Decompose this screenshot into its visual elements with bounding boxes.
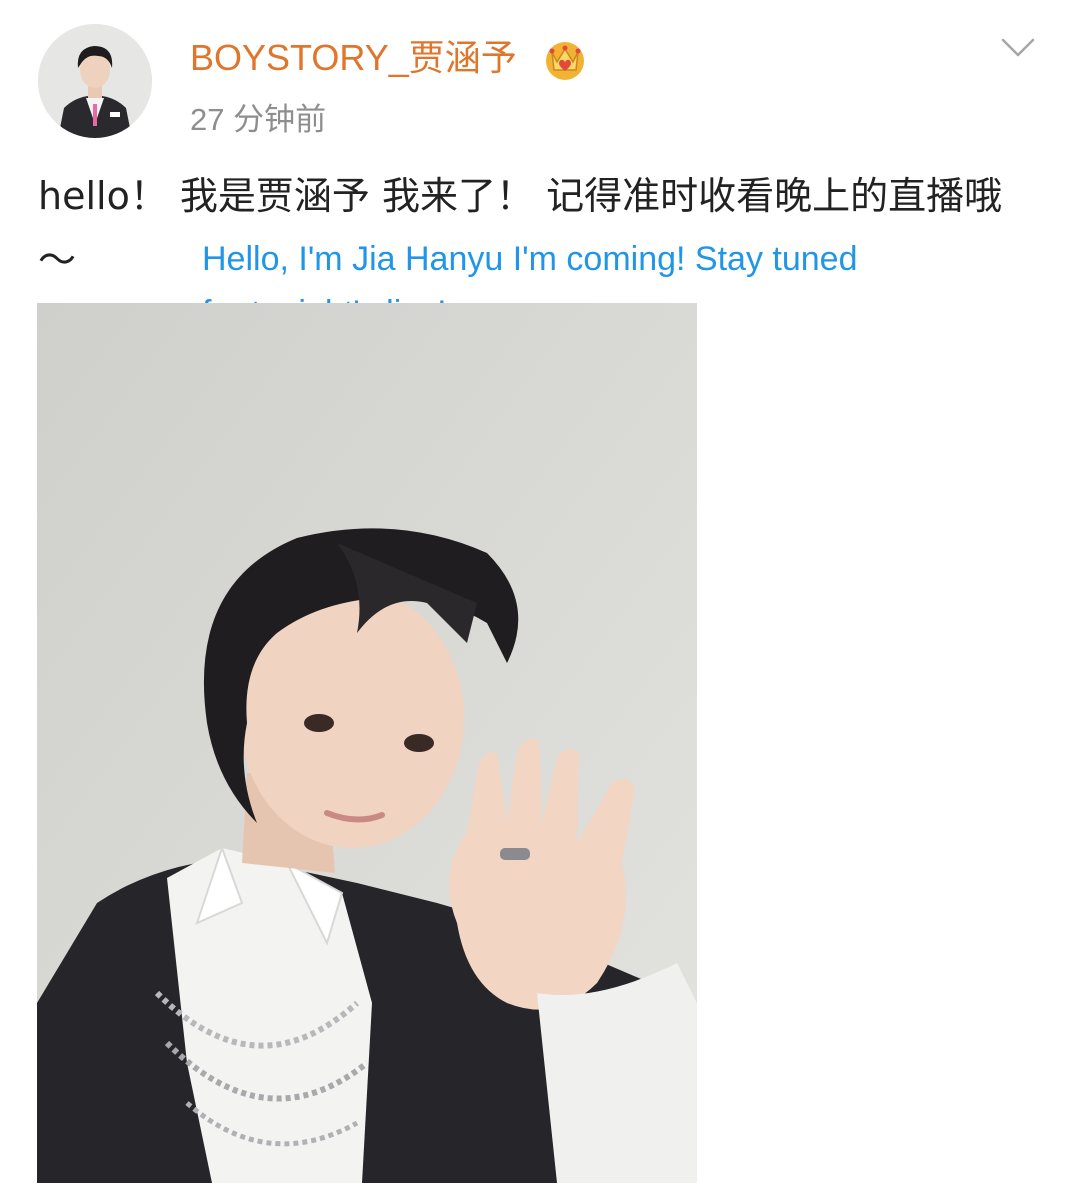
post-timestamp: 27 分钟前	[190, 102, 327, 137]
post-image[interactable]	[37, 303, 697, 1183]
crown-badge-icon	[542, 36, 588, 82]
chevron-down-icon[interactable]	[1000, 36, 1036, 60]
author-username[interactable]: BOYSTORY_贾涵予	[190, 36, 517, 80]
author-avatar[interactable]	[38, 24, 152, 138]
